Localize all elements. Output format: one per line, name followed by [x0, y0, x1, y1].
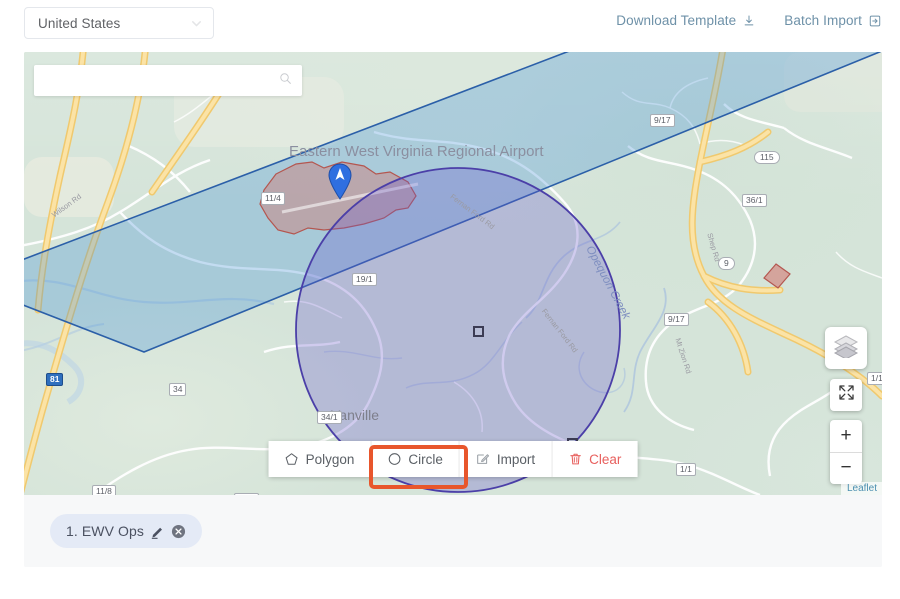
- batch-import-label: Batch Import: [784, 13, 862, 28]
- draw-circle-button[interactable]: Circle: [370, 441, 459, 477]
- road-shield: 19/1: [352, 273, 377, 286]
- draw-import-button[interactable]: Import: [458, 441, 552, 477]
- road-shield: 36/1: [742, 194, 767, 207]
- draw-import-label: Import: [496, 451, 536, 467]
- zoom-in-button[interactable]: +: [830, 420, 862, 453]
- pentagon-icon: [285, 452, 299, 466]
- top-bar: United States Download Template Batch Im…: [0, 0, 900, 46]
- layers-icon: [833, 334, 859, 363]
- road-shield: 9: [718, 257, 735, 270]
- close-circle-icon[interactable]: [171, 524, 186, 539]
- draw-polygon-label: Polygon: [305, 451, 355, 467]
- zoom-control[interactable]: + −: [830, 420, 862, 484]
- draw-circle-label: Circle: [408, 451, 443, 467]
- chevron-down-icon: [190, 17, 203, 30]
- pencil-icon[interactable]: [150, 524, 165, 539]
- geofence-chip-label: 1. EWV Ops: [66, 523, 145, 539]
- fullscreen-control-button[interactable]: [830, 379, 862, 411]
- circle-center-handle[interactable]: [473, 326, 484, 337]
- zoom-out-button[interactable]: −: [830, 453, 862, 485]
- download-template-label: Download Template: [616, 13, 737, 28]
- country-select-value: United States: [38, 15, 121, 31]
- road-shield: 34/1: [317, 411, 342, 424]
- circle-icon: [387, 452, 401, 466]
- road-shield: 1/1: [676, 463, 696, 476]
- search-input[interactable]: [44, 72, 279, 89]
- road-shield: 115: [754, 151, 780, 164]
- geofence-list: 1. EWV Ops: [24, 495, 882, 567]
- map-vector-layer: [24, 52, 882, 495]
- draw-clear-button[interactable]: Clear: [551, 441, 638, 477]
- leaflet-attribution[interactable]: Leaflet: [840, 482, 882, 495]
- road-shield: 9/17: [664, 313, 689, 326]
- country-select[interactable]: United States: [24, 7, 214, 39]
- road-shield: 1/1: [867, 372, 882, 385]
- road-shield: 9/17: [650, 114, 675, 127]
- top-links: Download Template Batch Import: [616, 13, 882, 28]
- download-template-link[interactable]: Download Template: [616, 13, 756, 28]
- map-canvas[interactable]: Eastern West Virginia Regional Airport V…: [24, 52, 882, 495]
- map-marker-pin[interactable]: [327, 162, 353, 205]
- map-search-box[interactable]: [34, 65, 302, 96]
- road-shield: 11/8: [92, 485, 116, 495]
- road-shield: 81: [46, 373, 64, 386]
- download-icon: [742, 14, 756, 28]
- fullscreen-icon: [838, 384, 855, 406]
- trash-icon: [568, 452, 582, 466]
- draw-toolbar: Polygon Circle Import Clear: [268, 441, 638, 477]
- road-shield: 11/4: [261, 192, 285, 205]
- search-icon[interactable]: [279, 72, 292, 90]
- import-icon: [476, 452, 490, 466]
- batch-import-link[interactable]: Batch Import: [784, 13, 882, 28]
- geofence-chip[interactable]: 1. EWV Ops: [50, 514, 203, 548]
- layers-control-button[interactable]: [825, 327, 867, 369]
- road-shield: 34: [169, 383, 187, 396]
- batch-import-icon: [868, 14, 882, 28]
- map-card: Eastern West Virginia Regional Airport V…: [24, 52, 882, 567]
- parcel-polygon: [763, 263, 791, 289]
- draw-clear-label: Clear: [589, 451, 622, 467]
- draw-polygon-button[interactable]: Polygon: [268, 441, 371, 477]
